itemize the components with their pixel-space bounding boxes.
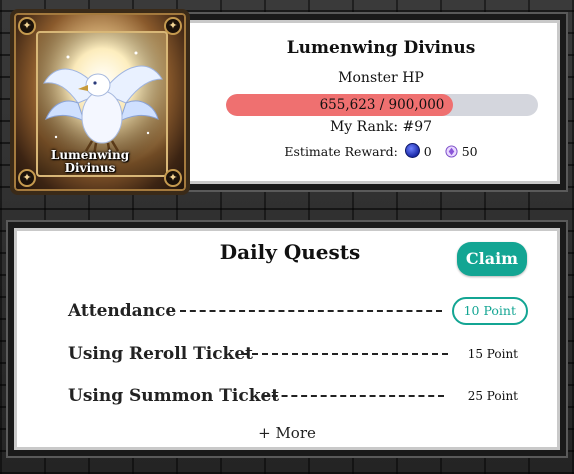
card-name-label: Lumenwing Divinus <box>30 149 150 175</box>
daily-quests-title: Daily Quests <box>219 240 361 264</box>
quest-dash-leader <box>180 310 442 312</box>
card-corner-ornament-icon: ✦ <box>164 169 182 187</box>
claim-button[interactable]: Claim <box>457 242 527 276</box>
quest-name: Using Summon Ticket <box>68 386 280 406</box>
quest-points-claimable[interactable]: 10 Point <box>451 297 528 325</box>
quest-row-summon: Using Summon Ticket 25 Point <box>68 383 528 409</box>
more-quests-link[interactable]: + More <box>200 424 374 442</box>
quest-dash-leader <box>242 353 448 355</box>
card-name-line2: Divinus <box>64 161 116 175</box>
reward-gem-value: 50 <box>461 144 478 159</box>
quest-row-attendance: Attendance 10 Point <box>68 297 528 325</box>
estimate-reward: Estimate Reward: 0 50 <box>196 143 566 159</box>
hp-label: Monster HP <box>338 70 424 86</box>
card-corner-ornament-icon: ✦ <box>164 17 182 35</box>
hp-bar: 655,623 / 900,000 <box>226 94 538 116</box>
quest-points: 15 Point <box>467 347 518 361</box>
boss-name: Lumenwing Divinus <box>286 38 476 58</box>
card-corner-ornament-icon: ✦ <box>18 17 36 35</box>
reward-coin-value: 0 <box>423 144 432 159</box>
hp-value-text: 655,623 / 900,000 <box>319 97 445 113</box>
reward-label: Estimate Reward: <box>284 144 398 159</box>
my-rank-text: My Rank: #97 <box>329 119 433 135</box>
purple-gem-icon <box>445 145 458 158</box>
blue-coin-icon <box>404 143 420 158</box>
quest-dash-leader <box>262 395 444 397</box>
quest-row-reroll: Using Reroll Ticket 15 Point <box>68 341 528 367</box>
quest-name: Using Reroll Ticket <box>68 344 253 364</box>
quest-points: 25 Point <box>467 389 518 403</box>
quest-name: Attendance <box>68 301 177 321</box>
